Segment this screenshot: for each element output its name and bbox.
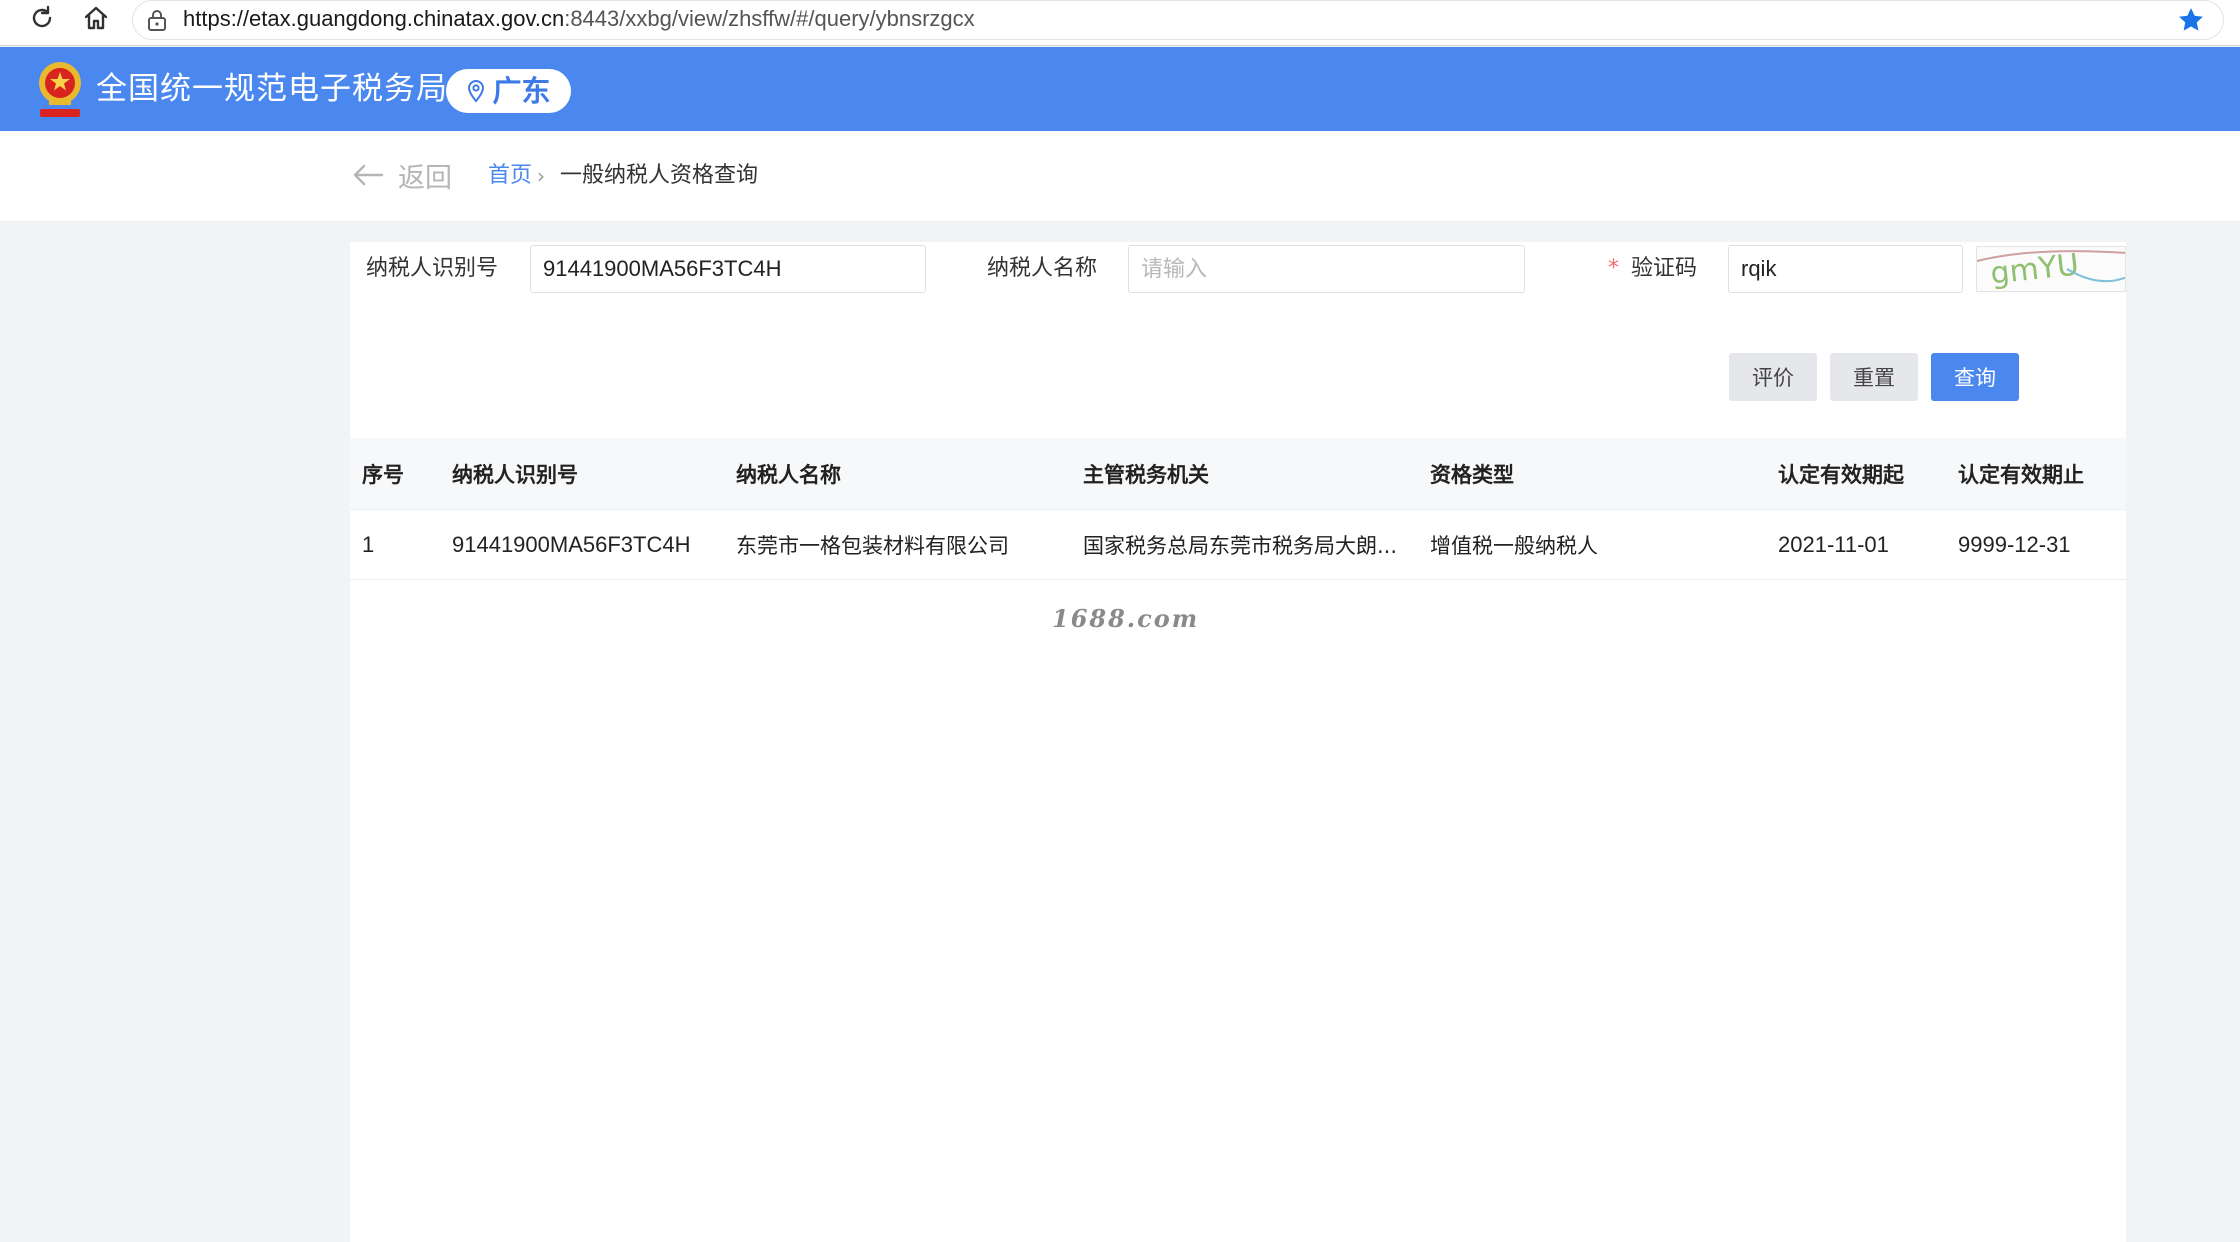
address-bar[interactable]: https://etax.guangdong.chinatax.gov.cn:8…	[132, 0, 2224, 40]
browser-toolbar: https://etax.guangdong.chinatax.gov.cn:8…	[0, 0, 2240, 46]
cell-valid-to: 9999-12-31	[1958, 531, 2071, 557]
national-emblem-icon	[39, 62, 81, 117]
url-text[interactable]: https://etax.guangdong.chinatax.gov.cn:8…	[183, 4, 975, 34]
taxpayer-name-input[interactable]	[1128, 245, 1525, 293]
column-header-taxpayer-name: 纳税人名称	[736, 462, 841, 487]
cell-tax-authority: 国家税务总局东莞市税务局大朗...	[1083, 533, 1398, 558]
url-host: https://etax.guangdong.chinatax.gov.cn	[183, 6, 565, 31]
home-icon	[84, 6, 108, 30]
reset-button[interactable]: 重置	[1830, 353, 1918, 401]
captcha-image[interactable]: gmYU	[1976, 246, 2126, 292]
breadcrumb-current: 一般纳税人资格查询	[560, 163, 759, 188]
column-header-qualification-type: 资格类型	[1430, 462, 1514, 487]
column-header-valid-from: 认定有效期起	[1778, 462, 1904, 487]
bookmark-star-icon[interactable]	[2173, 3, 2209, 37]
breadcrumb-home-link[interactable]: 首页	[488, 161, 532, 191]
table-row[interactable]: 1 91441900MA56F3TC4H 东莞市一格包装材料有限公司 国家税务总…	[350, 510, 2126, 580]
region-label: 广东	[492, 74, 551, 108]
home-button[interactable]	[76, 0, 116, 36]
back-button[interactable]: 返回	[352, 155, 452, 195]
location-pin-icon	[468, 79, 485, 103]
reload-button[interactable]	[22, 0, 62, 36]
captcha-label: 验证码	[1631, 256, 1698, 281]
column-header-index: 序号	[362, 462, 404, 487]
captcha-input[interactable]	[1728, 245, 1963, 293]
query-panel: 纳税人识别号 纳税人名称 * 验证码 gmYU 评价 重置 查询 序号 纳税人识别…	[350, 242, 2126, 1242]
site-title[interactable]: 全国统一规范电子税务局	[96, 67, 448, 111]
query-button[interactable]: 查询	[1931, 353, 2019, 401]
arrow-left-icon	[353, 164, 384, 186]
taxpayer-id-input[interactable]	[530, 245, 926, 293]
evaluate-button[interactable]: 评价	[1729, 353, 1817, 401]
reload-icon	[32, 5, 52, 28]
cell-taxpayer-name: 东莞市一格包装材料有限公司	[736, 533, 1009, 558]
cell-qualification-type: 增值税一般纳税人	[1430, 533, 1598, 558]
watermark: 1688.com	[1052, 604, 1200, 633]
result-table: 序号 纳税人识别号 纳税人名称 主管税务机关 资格类型 认定有效期起 认定有效期…	[350, 438, 2126, 580]
column-header-taxpayer-id: 纳税人识别号	[452, 462, 578, 487]
breadcrumb-bar: 返回 首页 › 一般纳税人资格查询	[0, 131, 2240, 221]
breadcrumb-separator: ›	[537, 164, 545, 188]
lock-icon[interactable]	[143, 7, 171, 33]
taxpayer-id-label: 纳税人识别号	[366, 256, 499, 281]
column-header-tax-authority: 主管税务机关	[1083, 462, 1209, 487]
taxpayer-name-label: 纳税人名称	[987, 256, 1098, 281]
cell-valid-from: 2021-11-01	[1778, 531, 1889, 557]
required-mark: *	[1608, 256, 1619, 281]
region-selector[interactable]: 广东	[446, 69, 571, 113]
column-header-valid-to: 认定有效期止	[1958, 462, 2084, 487]
cell-taxpayer-id: 91441900MA56F3TC4H	[452, 531, 691, 557]
url-path: :8443/xxbg/view/zhsffw/#/query/ybnsrzgcx	[564, 6, 975, 31]
table-header: 序号 纳税人识别号 纳税人名称 主管税务机关 资格类型 认定有效期起 认定有效期…	[350, 438, 2126, 510]
cell-index: 1	[362, 531, 375, 557]
captcha-label-wrap: * 验证码	[1608, 254, 1697, 284]
back-label: 返回	[398, 162, 452, 194]
site-header: 全国统一规范电子税务局 广东	[0, 47, 2240, 131]
